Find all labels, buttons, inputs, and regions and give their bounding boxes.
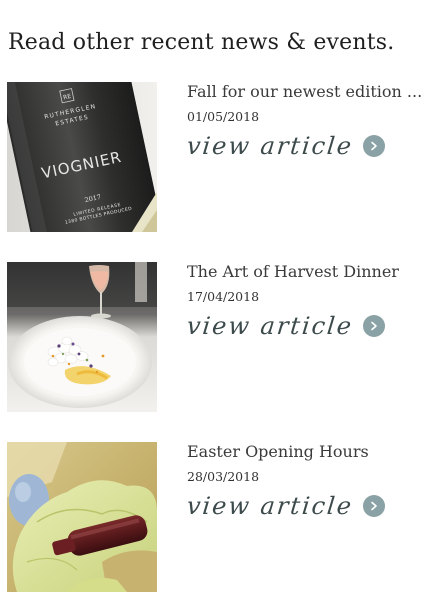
article-card: The Art of Harvest Dinner 17/04/2018 vie…: [7, 262, 432, 412]
recent-news-section: Read other recent news & events. RE RUTH…: [0, 0, 437, 612]
view-article-button[interactable]: view article: [185, 309, 432, 343]
article-card: RE RUTHERGLEN ESTATES VIOGNIER 2017 LIMI…: [7, 82, 432, 232]
arrow-right-icon: [363, 495, 386, 517]
view-article-label: view article: [185, 132, 355, 160]
dinner-plate-image: [7, 262, 157, 412]
wine-bottle-image: RE RUTHERGLEN ESTATES VIOGNIER 2017 LIMI…: [7, 82, 157, 232]
article-date: 01/05/2018: [187, 109, 260, 124]
article-title-link[interactable]: Easter Opening Hours: [187, 442, 432, 464]
easter-gift-image: [7, 442, 157, 592]
view-article-button[interactable]: view article: [185, 129, 432, 163]
article-title-link[interactable]: Fall for our newest edition ...: [187, 82, 432, 104]
article-date: 28/03/2018: [187, 469, 260, 484]
article-title-link[interactable]: The Art of Harvest Dinner: [187, 262, 432, 284]
view-article-button[interactable]: view article: [185, 489, 432, 523]
view-article-label: view article: [185, 312, 355, 340]
article-date: 17/04/2018: [187, 289, 260, 304]
article-thumbnail-dinner-plate[interactable]: [7, 262, 157, 412]
arrow-right-icon: [363, 315, 386, 337]
article-thumbnail-wine-bottle[interactable]: RE RUTHERGLEN ESTATES VIOGNIER 2017 LIMI…: [7, 82, 157, 232]
arrow-right-icon: [363, 135, 386, 157]
section-heading: Read other recent news & events.: [8, 30, 395, 55]
view-article-label: view article: [185, 492, 355, 520]
article-card: Easter Opening Hours 28/03/2018 view art…: [7, 442, 432, 592]
article-thumbnail-easter-gift[interactable]: [7, 442, 157, 592]
